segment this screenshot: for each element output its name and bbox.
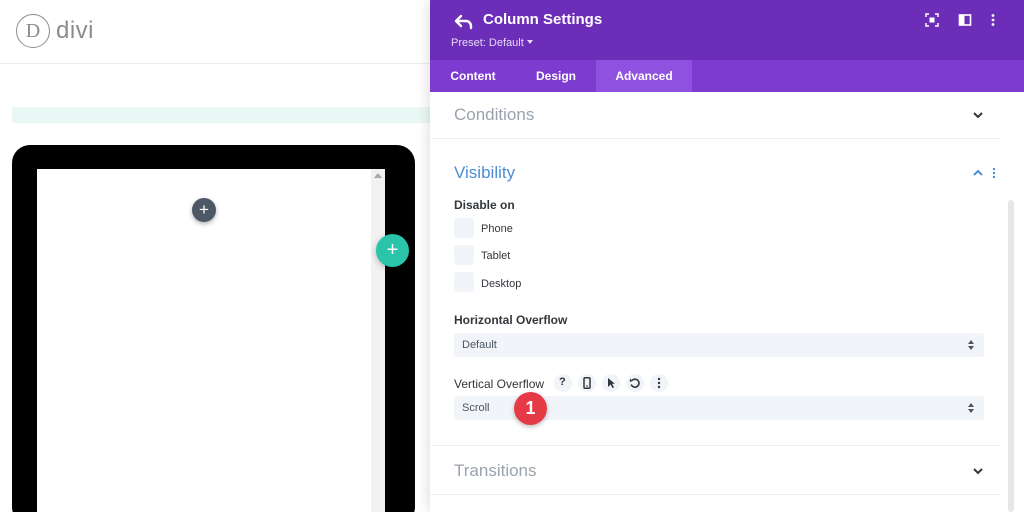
field-more-icon[interactable] bbox=[650, 374, 668, 392]
vertical-overflow-label: Vertical Overflow bbox=[454, 377, 545, 391]
cursor-glyph-icon bbox=[608, 378, 615, 388]
section-divider bbox=[430, 494, 1000, 495]
horizontal-overflow-label: Horizontal Overflow bbox=[454, 313, 568, 327]
divi-logo: D divi bbox=[16, 14, 94, 48]
tablet-preview-frame bbox=[12, 145, 415, 512]
disable-tablet-checkbox[interactable] bbox=[454, 245, 474, 265]
preset-selector[interactable]: Preset: Default bbox=[451, 37, 533, 49]
disable-phone-label[interactable]: Phone bbox=[481, 223, 513, 235]
phone-glyph-icon bbox=[583, 377, 591, 389]
vertical-overflow-value: Scroll bbox=[462, 402, 490, 414]
panel-title: Column Settings bbox=[483, 11, 603, 28]
select-arrows-icon bbox=[968, 403, 974, 413]
divi-logo-mark: D bbox=[16, 14, 50, 48]
disable-tablet-label[interactable]: Tablet bbox=[481, 250, 510, 262]
step-number-badge: 1 bbox=[514, 392, 547, 425]
disable-desktop-checkbox[interactable] bbox=[454, 272, 474, 292]
tab-design[interactable]: Design bbox=[516, 60, 596, 92]
undo-back-icon[interactable] bbox=[454, 12, 474, 32]
add-module-button[interactable]: + bbox=[192, 198, 216, 222]
panel-header: Column Settings Preset: Default bbox=[430, 0, 1024, 60]
phone-icon[interactable] bbox=[578, 374, 596, 392]
preview-screen[interactable] bbox=[37, 169, 385, 512]
preview-scrollbar[interactable] bbox=[371, 169, 385, 512]
reset-glyph-icon bbox=[629, 378, 640, 388]
field-more-glyph-icon bbox=[657, 377, 661, 389]
disable-on-label: Disable on bbox=[454, 198, 515, 212]
column-settings-panel: Column Settings Preset: Default Content … bbox=[430, 0, 1024, 512]
section-conditions-header[interactable]: Conditions bbox=[430, 92, 1000, 138]
help-icon[interactable]: ? bbox=[554, 374, 572, 392]
preset-caret-icon bbox=[526, 40, 533, 44]
reset-icon[interactable] bbox=[626, 374, 644, 392]
disable-phone-checkbox[interactable] bbox=[454, 218, 474, 238]
section-conditions-title: Conditions bbox=[454, 105, 535, 124]
tab-advanced[interactable]: Advanced bbox=[596, 60, 692, 92]
expand-icon[interactable] bbox=[925, 13, 939, 27]
chevron-down-icon[interactable] bbox=[972, 109, 984, 121]
horizontal-overflow-value: Default bbox=[462, 339, 497, 351]
help-glyph: ? bbox=[559, 376, 566, 388]
disable-desktop-label[interactable]: Desktop bbox=[481, 278, 521, 290]
cursor-icon[interactable] bbox=[602, 374, 620, 392]
select-arrows-icon bbox=[968, 340, 974, 350]
chevron-down-icon[interactable] bbox=[972, 465, 984, 477]
split-view-icon[interactable] bbox=[958, 13, 972, 27]
chevron-up-icon[interactable] bbox=[972, 167, 984, 179]
settings-tabs: Content Design Advanced bbox=[430, 60, 1024, 92]
panel-scrollbar[interactable] bbox=[1008, 200, 1014, 512]
scroll-up-arrow-icon[interactable] bbox=[374, 173, 382, 178]
section-visibility-title: Visibility bbox=[454, 163, 516, 182]
tab-content[interactable]: Content bbox=[430, 60, 516, 92]
section-visibility-header[interactable]: Visibility bbox=[430, 150, 1000, 196]
section-divider bbox=[430, 445, 1000, 446]
section-divider bbox=[430, 138, 1000, 139]
horizontal-overflow-select[interactable]: Default bbox=[454, 333, 984, 357]
builder-topbar: D divi bbox=[0, 0, 430, 64]
section-more-icon[interactable] bbox=[990, 167, 998, 179]
more-vertical-icon[interactable] bbox=[986, 13, 1000, 27]
add-row-button[interactable]: + bbox=[376, 234, 409, 267]
divi-logo-text: divi bbox=[56, 17, 95, 44]
section-transitions-header[interactable]: Transitions bbox=[430, 448, 1000, 494]
section-strip bbox=[12, 107, 430, 123]
preset-label: Preset: Default bbox=[451, 37, 524, 49]
section-transitions-title: Transitions bbox=[454, 461, 537, 480]
